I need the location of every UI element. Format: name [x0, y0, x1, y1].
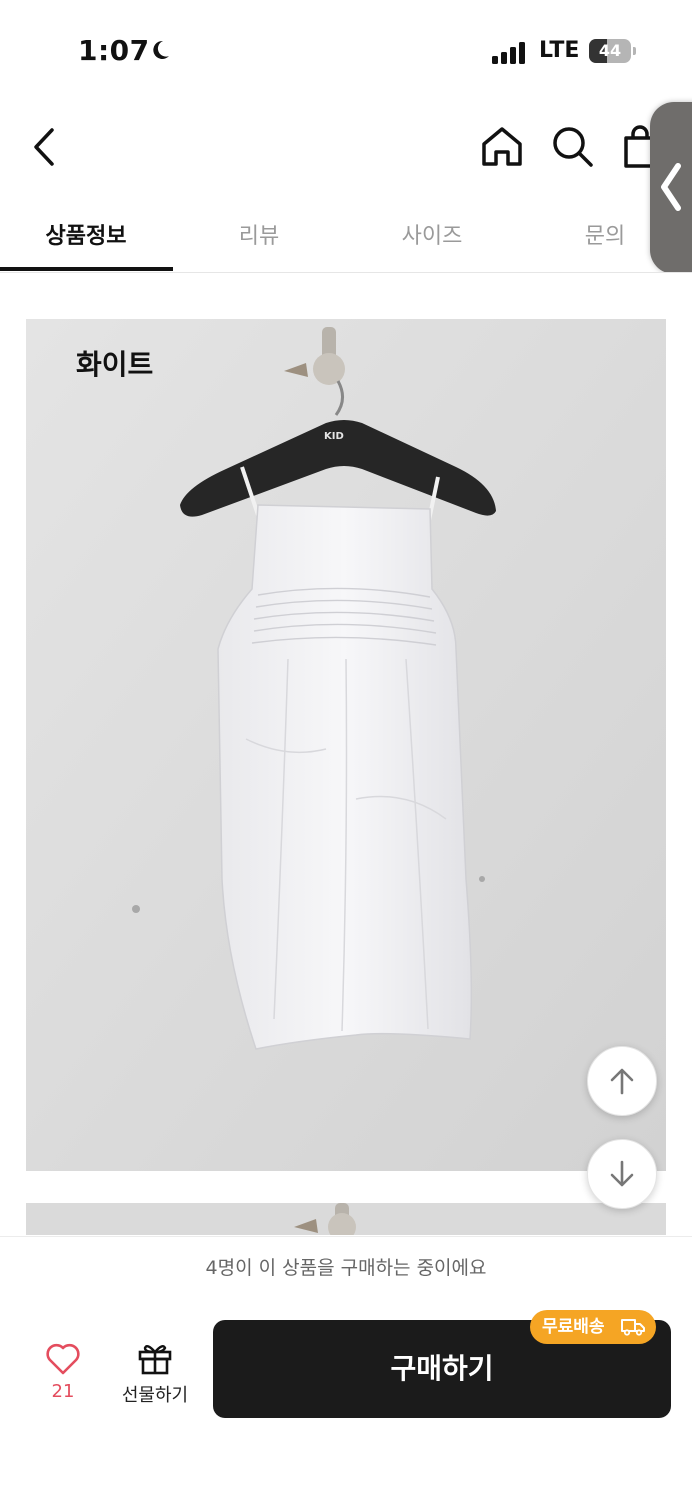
product-tabs: 상품정보 리뷰 사이즈 문의 — [0, 200, 692, 273]
signal-icon — [492, 42, 525, 64]
gift-icon — [138, 1345, 172, 1375]
heart-icon — [46, 1343, 80, 1375]
product-photo: KID — [26, 319, 666, 1171]
like-button[interactable]: 21 — [30, 1339, 96, 1409]
network-type: LTE — [539, 38, 580, 63]
tab-product-info[interactable]: 상품정보 — [0, 218, 172, 250]
arrow-up-icon — [610, 1068, 634, 1095]
color-label: 화이트 — [76, 348, 154, 381]
purchase-activity-notice: 4명이 이 상품을 구매하는 중이에요 — [0, 1236, 692, 1300]
product-image: KID 화이트 — [26, 319, 666, 1171]
svg-text:KID: KID — [324, 431, 344, 442]
moon-icon — [153, 40, 169, 59]
like-count: 21 — [51, 1381, 75, 1402]
gift-label: 선물하기 — [121, 1385, 189, 1406]
tab-reviews[interactable]: 리뷰 — [173, 218, 345, 250]
arrow-down-icon — [610, 1160, 634, 1187]
scroll-up-button[interactable] — [587, 1046, 657, 1116]
truck-icon — [621, 1319, 645, 1336]
home-icon[interactable] — [478, 122, 526, 170]
nav-bar — [0, 100, 692, 200]
tab-size[interactable]: 사이즈 — [346, 218, 518, 250]
gift-button[interactable]: 선물하기 — [110, 1339, 200, 1409]
battery-percent: 44 — [598, 41, 622, 60]
bottom-action-bar: 21 선물하기 구매하기 무료배송 — [0, 1299, 692, 1500]
free-shipping-badge: 무료배송 — [530, 1310, 656, 1344]
product-detail-content: KID 화이트 — [0, 273, 692, 1235]
tab-inquiry[interactable]: 문의 — [519, 218, 691, 250]
search-icon[interactable] — [548, 122, 596, 170]
status-time: 1:07 — [78, 34, 150, 67]
tab-active-indicator — [0, 267, 173, 271]
product-image-next — [26, 1203, 666, 1235]
back-icon[interactable] — [24, 124, 64, 170]
status-bar: 1:07 LTE 44 — [0, 0, 692, 100]
battery-icon: 44 — [589, 39, 637, 63]
free-shipping-label: 무료배송 — [542, 1317, 605, 1337]
scroll-down-button[interactable] — [587, 1139, 657, 1209]
